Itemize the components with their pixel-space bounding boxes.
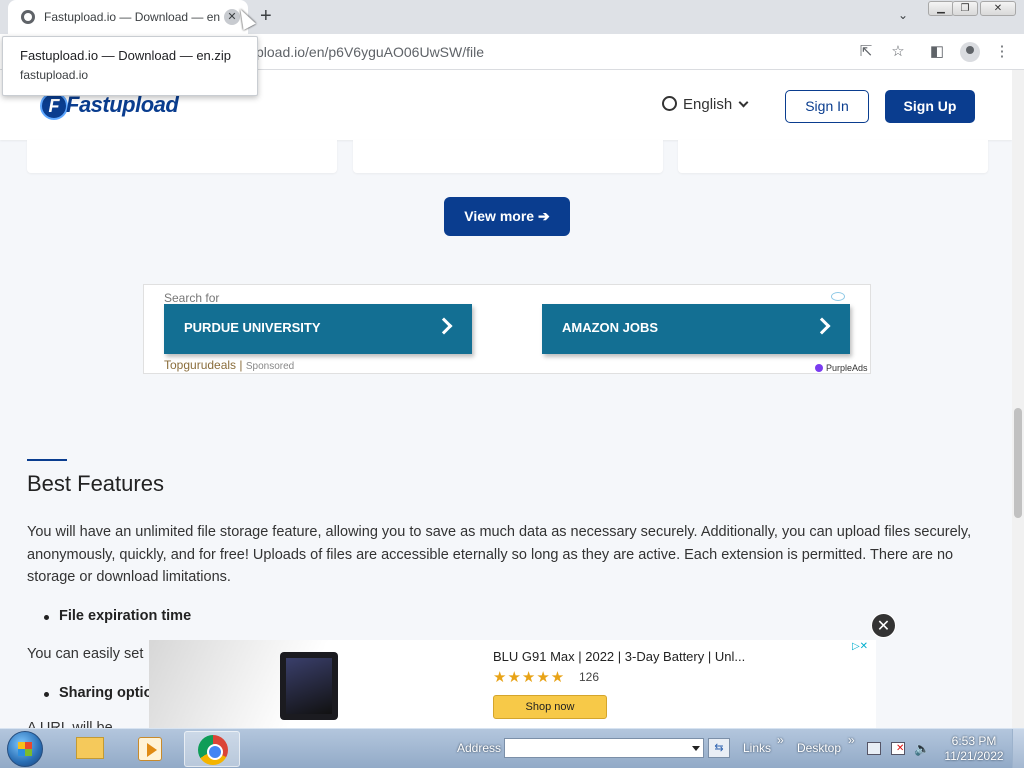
tooltip-domain: fastupload.io [20,68,89,82]
product-ad-banner[interactable]: BLU G91 Max | 2022 | 3-Day Battery | Unl… [149,640,876,728]
network-icon[interactable] [867,742,881,755]
section-heading: Best Features [27,471,164,496]
sponsored-label: Sponsored [245,361,295,372]
links-chevron-icon[interactable]: » [777,733,784,747]
url-bar[interactable]: pload.io/en/p6V6yguAO06UwSW/file [256,44,484,60]
ad-button-label: AMAZON JOBS [562,320,659,335]
logo-mark-icon: F [40,92,68,120]
tab-strip: Fastupload.io — Download — en.zip ✕ + ⌄ … [0,0,1024,34]
new-tab-button[interactable]: + [260,5,272,27]
page-scrollbar[interactable] [1012,70,1024,728]
adchoices-icon[interactable]: ▷✕ [845,640,875,654]
chevron-right-icon [813,317,831,335]
windows-taskbar: Address ⇆ Links » Desktop » ✕ 🔈 6:53 PM … [0,728,1024,768]
view-more-button[interactable]: View more ➔ [444,197,570,236]
ad-brand-name: Topgurudeals [164,358,237,372]
feature-card [27,140,337,173]
purpleads-icon [815,364,823,372]
menu-kebab-icon[interactable]: ⋮ [992,42,1012,62]
section-divider [27,459,67,461]
browser-tab[interactable]: Fastupload.io — Download — en.zip ✕ [8,0,248,34]
desktop-toolbar[interactable]: Desktop [797,741,841,755]
bookmark-star-icon[interactable]: ☆ [888,42,908,62]
dropdown-arrow-icon[interactable] [692,746,700,751]
shop-now-button[interactable]: Shop now [493,695,607,719]
review-count: 126 [579,670,600,684]
globe-icon [21,10,35,24]
ad-network-name: PurpleAds [826,363,868,373]
start-button[interactable] [7,731,43,767]
clock-time: 6:53 PM [951,734,997,748]
sign-up-button[interactable]: Sign Up [885,90,975,123]
chevron-down-icon [738,97,749,108]
address-toolbar-label: Address [457,741,502,755]
search-ad-banner: Search for PURDUE UNIVERSITY AMAZON JOBS… [143,284,871,374]
clock-date: 11/21/2022 [944,749,1004,763]
chevron-right-icon [435,317,453,335]
desktop-chevron-icon[interactable]: » [848,733,855,747]
globe-icon [662,96,677,111]
body-text: You can easily set [27,646,144,662]
show-desktop-button[interactable] [1012,729,1024,768]
bullet-item: File expiration time [43,608,192,624]
ad-button-label: PURDUE UNIVERSITY [184,320,321,335]
ad-brand[interactable]: Topgurudeals | Sponsored [164,358,294,372]
feature-card [353,140,663,173]
close-window-button[interactable]: ✕ [980,1,1016,16]
scrollbar-thumb[interactable] [1014,408,1022,518]
tooltip-title: Fastupload.io — Download — en.zip [20,48,232,63]
go-button-icon[interactable]: ⇆ [708,738,730,758]
taskbar-address-input[interactable] [504,738,704,758]
action-center-icon[interactable]: ✕ [891,742,905,755]
ad-background [149,640,409,728]
share-icon[interactable]: ⇱ [856,42,876,62]
restore-button[interactable]: ❐ [952,1,978,16]
tab-title: Fastupload.io — Download — en.zip [44,10,220,24]
system-clock[interactable]: 6:53 PM 11/21/2022 [938,734,1010,764]
side-panel-icon[interactable]: ◧ [927,42,947,62]
media-player-icon [138,737,162,761]
tab-search-chevron-icon[interactable]: ⌄ [898,8,908,22]
close-ad-icon[interactable]: ✕ [871,613,896,638]
phone-product-image [280,652,338,720]
volume-icon[interactable]: 🔈 [914,742,930,755]
folder-icon [76,737,104,759]
minimize-button[interactable]: ▁ [928,1,954,16]
taskbar-media-player[interactable] [122,731,178,767]
taskbar-chrome[interactable] [184,731,240,767]
chrome-icon [198,735,228,765]
bullet-item: Sharing optio [43,685,153,701]
tab-tooltip: Fastupload.io — Download — en.zip fastup… [2,36,258,96]
ad-network-label[interactable]: PurpleAds [815,363,868,373]
feature-card [678,140,988,173]
ad-search-for-label: Search for [164,291,220,305]
language-selector[interactable]: English [662,96,749,113]
product-ad-title: BLU G91 Max | 2022 | 3-Day Battery | Unl… [493,649,746,664]
sign-in-button[interactable]: Sign In [785,90,869,123]
ad-button-purdue[interactable]: PURDUE UNIVERSITY [164,304,472,354]
features-paragraph: You will have an unlimited file storage … [27,524,972,585]
ad-button-amazon[interactable]: AMAZON JOBS [542,304,850,354]
taskbar-explorer[interactable] [62,731,118,767]
language-label: English [683,96,733,113]
ad-info-icon[interactable] [831,292,845,301]
profile-avatar-icon[interactable] [960,42,980,62]
rating-stars-icon: ★★★★★ [493,669,566,686]
links-toolbar[interactable]: Links [743,741,771,755]
